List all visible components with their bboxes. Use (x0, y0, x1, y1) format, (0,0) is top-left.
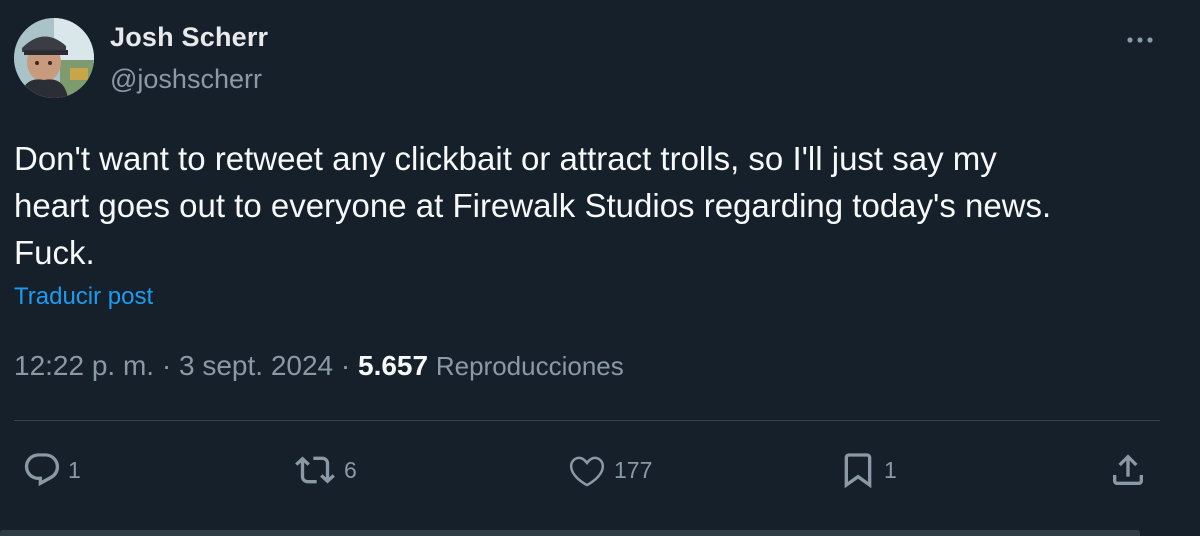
post-meta: 12:22 p. m. · 3 sept. 2024 · 5.657 Repro… (14, 350, 624, 382)
meta-separator: · (161, 350, 172, 381)
divider (14, 420, 1160, 421)
views-count: 5.657 (358, 350, 429, 381)
post-text: Don't want to retweet any clickbait or a… (14, 135, 1174, 276)
author-handle[interactable]: @joshscherr (110, 64, 262, 95)
post-time[interactable]: 12:22 p. m. (14, 350, 154, 381)
like-button[interactable]: 177 (566, 448, 652, 492)
share-button[interactable] (1108, 448, 1148, 492)
post-text-line: Fuck. (14, 234, 95, 271)
bookmark-count: 1 (884, 456, 897, 483)
bookmark-button[interactable]: 1 (838, 448, 897, 492)
post-text-line: heart goes out to everyone at Firewalk S… (14, 187, 1052, 224)
bottom-edge (0, 530, 1140, 536)
views-label: Reproducciones (435, 351, 624, 381)
heart-icon (569, 456, 605, 487)
like-count: 177 (614, 456, 653, 483)
avatar-photo (14, 18, 94, 98)
reply-icon (24, 453, 60, 487)
author-name[interactable]: Josh Scherr (110, 22, 268, 53)
post-text-line: Don't want to retweet any clickbait or a… (14, 140, 997, 177)
reply-count: 1 (68, 456, 81, 483)
share-icon (1113, 454, 1143, 485)
more-options-button[interactable] (1120, 26, 1160, 54)
translate-post-link[interactable]: Traducir post (14, 283, 153, 311)
retweet-count: 6 (344, 456, 357, 483)
bookmark-icon (844, 453, 872, 489)
more-icon (1127, 37, 1153, 43)
retweet-button[interactable]: 6 (292, 448, 357, 492)
tweet-card: Josh Scherr @joshscherr Don't want to re… (0, 0, 1200, 536)
reply-button[interactable]: 1 (22, 448, 81, 492)
retweet-icon (295, 456, 335, 484)
avatar[interactable] (14, 18, 94, 98)
meta-separator: · (340, 350, 351, 381)
post-date[interactable]: 3 sept. 2024 (179, 350, 333, 381)
